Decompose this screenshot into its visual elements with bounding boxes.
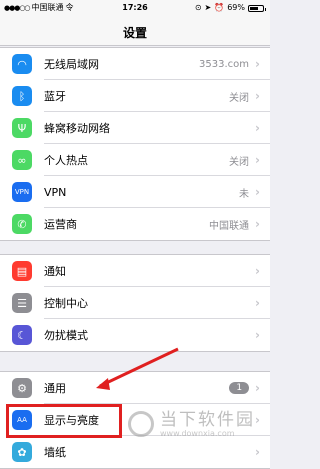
- watermark-brand: 当下软件园: [160, 409, 255, 430]
- annotation-arrow: [96, 347, 179, 390]
- watermark: 当下软件园 www.downxia.com: [128, 398, 268, 450]
- watermark-url: www.downxia.com: [160, 428, 235, 438]
- watermark-logo-icon: [128, 411, 154, 437]
